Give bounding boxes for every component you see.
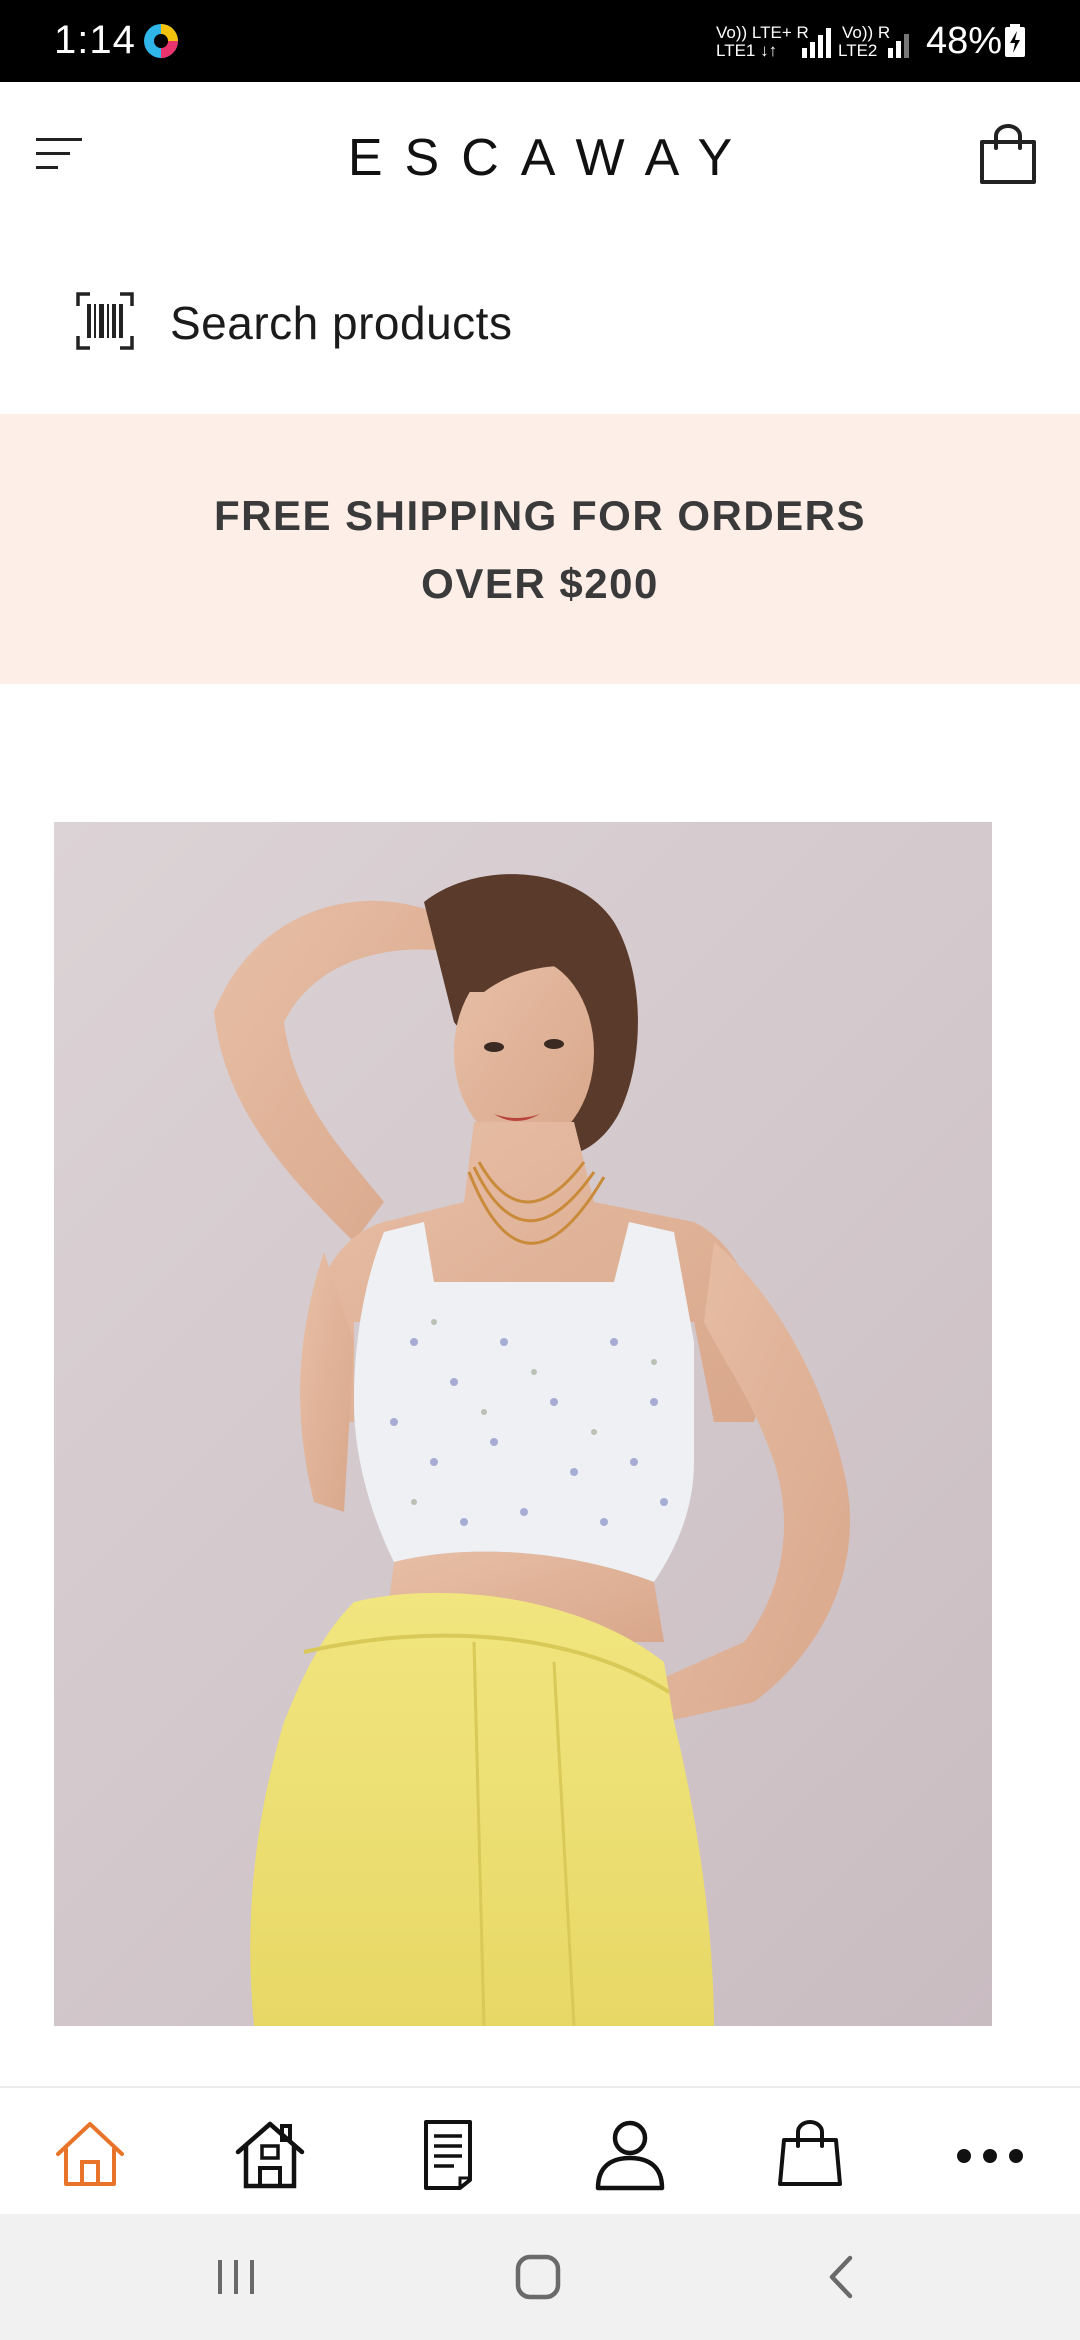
bottom-navigation [0, 2086, 1080, 2214]
home-outline-icon[interactable] [52, 2116, 128, 2192]
sim1-label-top: Vo)) LTE+ R [716, 23, 809, 42]
sim2-label-bottom: LTE2 [838, 41, 878, 60]
status-time: 1:14 [54, 18, 136, 62]
signal-bars-icon [802, 28, 831, 58]
model-photo [214, 874, 850, 2026]
app-header: ESCAWAY [0, 82, 1080, 232]
sim1-label-bottom: LTE1 ↓↑ [716, 41, 778, 60]
status-bar: 1:14 Vo)) LTE+ R LTE1 ↓↑ Vo)) R LTE2 48% [0, 0, 1080, 82]
shopping-bag-icon[interactable] [978, 124, 1038, 186]
search-input[interactable]: Search products [170, 296, 512, 350]
banner-text-line-2: OVER $200 [421, 560, 659, 607]
battery-charging-icon [1005, 24, 1025, 57]
system-navigation-bar [0, 2214, 1080, 2340]
user-account-icon[interactable] [592, 2116, 668, 2192]
home-circle-icon[interactable] [508, 2252, 568, 2302]
brand-logo[interactable]: ESCAWAY [0, 128, 1080, 188]
document-list-icon[interactable] [412, 2116, 488, 2192]
recents-icon[interactable] [206, 2252, 266, 2302]
hero-product-image[interactable] [54, 822, 992, 2026]
shopping-bag-icon[interactable] [772, 2116, 848, 2192]
banner-text-line-1: FREE SHIPPING FOR ORDERS [213, 492, 867, 539]
free-shipping-banner: FREE SHIPPING FOR ORDERS OVER $200 [0, 414, 1080, 684]
store-house-icon[interactable] [232, 2116, 308, 2192]
sim2-label-top: Vo)) R [842, 23, 891, 42]
barcode-scan-icon[interactable] [76, 292, 134, 350]
app-notification-icon [144, 24, 178, 58]
battery-percent: 48% [926, 20, 1003, 62]
signal-bars-icon [888, 34, 909, 58]
more-dots-icon[interactable] [952, 2116, 1028, 2192]
back-icon[interactable] [812, 2252, 872, 2302]
search-bar[interactable]: Search products [0, 250, 1080, 400]
